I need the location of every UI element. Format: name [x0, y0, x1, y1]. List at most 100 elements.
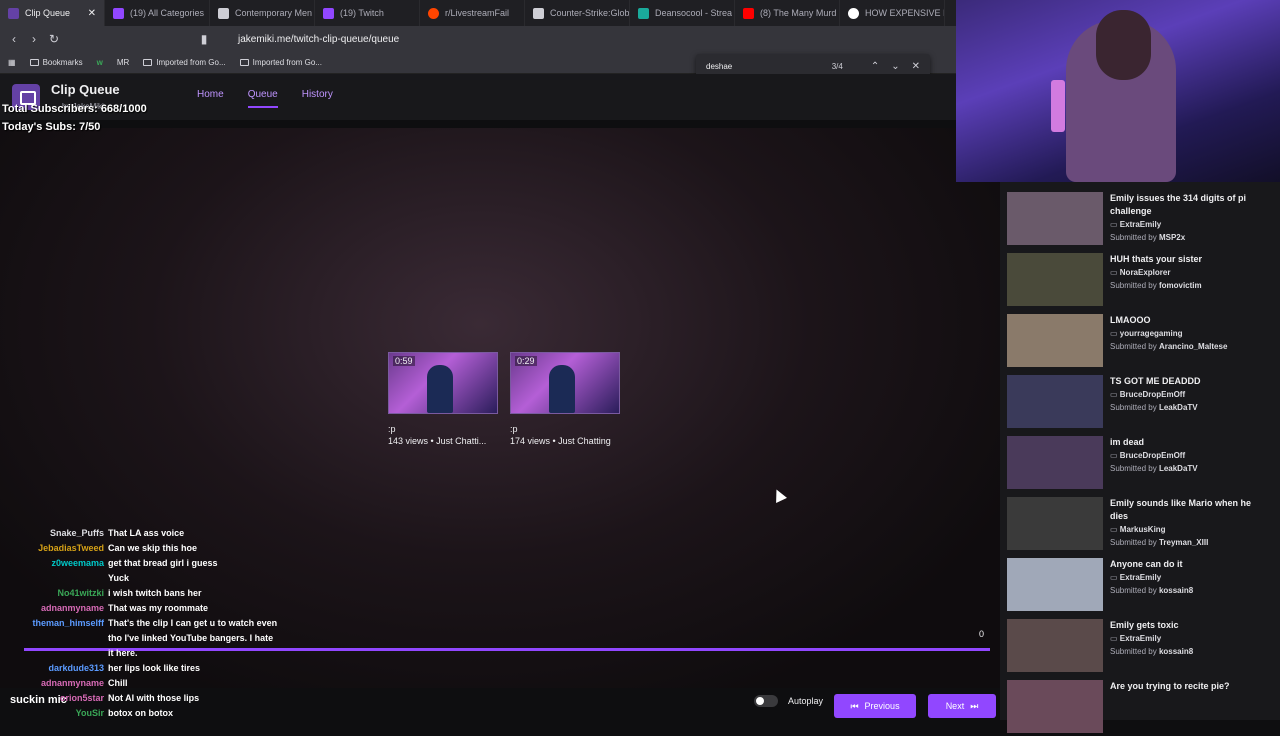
queue-item[interactable]: Emily sounds like Mario when he dies ▭ Ma… [1007, 497, 1275, 553]
queue-item[interactable]: Anyone can do it ▭ ExtraEmily Submitted by… [1007, 558, 1275, 614]
chat-message: Snake_Puffs That LA ass voice [0, 526, 300, 541]
chat-username[interactable]: adnanmyname [0, 601, 104, 616]
queue-thumbnail[interactable] [1007, 619, 1103, 672]
queue-submitter: Submitted by LeakDaTV [1110, 403, 1198, 412]
queue-thumbnail[interactable] [1007, 375, 1103, 428]
apps-icon[interactable]: ▦ [8, 58, 16, 67]
tab-clip-queue[interactable]: Clip Queue ✕ [0, 0, 105, 26]
nav-home[interactable]: Home [197, 89, 224, 108]
chat-username[interactable]: orion5star [0, 691, 104, 706]
tab-label: Deansocool - Strea [655, 8, 733, 18]
clip-card[interactable]: 0:59 :p 143 views • Just Chatti... [388, 352, 502, 446]
chat-text: That's the clip I can get u to watch eve… [108, 618, 278, 658]
find-input[interactable]: deshae [706, 62, 732, 71]
channel-icon: ▭ [1110, 390, 1120, 399]
queue-thumbnail[interactable] [1007, 680, 1103, 733]
chat-text: i wish twitch bans her [108, 588, 202, 598]
chat-username[interactable]: theman_himselff [0, 616, 104, 661]
queue-info: TS GOT ME DEADDD ▭ BruceDropEmOff Submitte… [1110, 375, 1270, 431]
nav-history[interactable]: History [302, 89, 333, 108]
tab-all-categories[interactable]: (19) All Categories [105, 0, 210, 26]
queue-item[interactable]: Are you trying to recite pie? [1007, 680, 1275, 736]
tab-many-murders[interactable]: (8) The Many Murd [735, 0, 840, 26]
bookmark-item[interactable]: w [97, 58, 103, 67]
queue-thumbnail[interactable] [1007, 558, 1103, 611]
clip-meta: 143 views • Just Chatti... [388, 436, 487, 446]
queue-title: Emily sounds like Mario when he dies [1110, 498, 1252, 521]
autoplay-toggle[interactable] [754, 695, 778, 707]
chevron-down-icon[interactable]: ⌄ [891, 61, 899, 72]
chat-username[interactable]: No41witzki [0, 586, 104, 601]
queue-title: HUH thats your sister [1110, 254, 1203, 264]
chat-username[interactable]: Snake_Puffs [0, 526, 104, 541]
queue-thumbnail[interactable] [1007, 436, 1103, 489]
queue-submitter: Submitted by kossain8 [1110, 586, 1194, 595]
bookmark-icon[interactable]: ▮ [194, 32, 214, 46]
tab-how-expensive[interactable]: HOW EXPENSIVE IS [840, 0, 945, 26]
chat-username[interactable]: YouSir [0, 706, 104, 721]
bookmark-item[interactable]: Imported from Go... [239, 58, 322, 67]
close-icon[interactable]: ✕ [88, 8, 96, 19]
queue-item[interactable]: im dead ▭ BruceDropEmOff Submitted by Leak… [1007, 436, 1275, 492]
queue-item[interactable]: Emily issues the 314 digits of pi challe… [1007, 192, 1275, 248]
folder-icon [29, 59, 39, 66]
bookmark-item[interactable]: MR [117, 58, 129, 67]
autoplay-control[interactable]: Autoplay [754, 695, 823, 707]
queue-info: Are you trying to recite pie? [1110, 680, 1270, 736]
tab-contemporary[interactable]: Contemporary Men [210, 0, 315, 26]
bookmark-item[interactable]: Imported from Go... [143, 58, 226, 67]
bookmark-item[interactable]: Bookmarks [29, 58, 83, 67]
chat-text: get that bread girl i guess [108, 558, 218, 568]
twitch-icon [113, 7, 124, 19]
chat-username[interactable]: JebadiasTweed [0, 541, 104, 556]
nav-queue[interactable]: Queue [247, 89, 278, 108]
queue-info: Emily issues the 314 digits of pi challe… [1110, 192, 1270, 248]
queue-info: Emily sounds like Mario when he dies ▭ Ma… [1110, 497, 1270, 553]
queue-info: im dead ▭ BruceDropEmOff Submitted by Leak… [1110, 436, 1270, 492]
close-icon[interactable]: ✕ [912, 61, 920, 72]
tab-deansocool[interactable]: Deansocool - Strea [630, 0, 735, 26]
chevron-up-icon[interactable]: ⌃ [871, 61, 879, 72]
chat-text: That LA ass voice [108, 528, 185, 538]
chat-username[interactable]: adnanmyname [0, 676, 104, 691]
queue-item[interactable]: TS GOT ME DEADDD ▭ BruceDropEmOff Submitte… [1007, 375, 1275, 431]
url-field[interactable]: jakemiki.me/twitch-clip-queue/queue [238, 34, 399, 45]
queue-title: TS GOT ME DEADDD [1110, 376, 1201, 386]
queue-title: Are you trying to recite pie? [1110, 681, 1230, 691]
twitch-icon [323, 7, 334, 19]
queue-thumbnail[interactable] [1007, 192, 1103, 245]
previous-button[interactable]: ⏮ Previous [834, 694, 916, 718]
queue-info: LMAOOO ▭ yourragegaming Submitted by Aranc… [1110, 314, 1270, 370]
queue-thumbnail[interactable] [1007, 314, 1103, 367]
clip-card[interactable]: 0:29 :p 174 views • Just Chatting [510, 352, 624, 446]
tab-livestreamfail[interactable]: r/LivestreamFail [420, 0, 525, 26]
queue-item[interactable]: HUH thats your sister ▭ NoraExplorer Submi… [1007, 253, 1275, 309]
chat-text: Chill [108, 678, 128, 688]
queue-info: Anyone can do it ▭ ExtraEmily Submitted by… [1110, 558, 1270, 614]
chat-message: adnanmyname That was my roommate [0, 601, 300, 616]
chat-text: her lips look like tires [108, 663, 201, 673]
clip-thumbnail[interactable]: 0:29 [510, 352, 620, 414]
queue-item[interactable]: LMAOOO ▭ yourragegaming Submitted by Aranc… [1007, 314, 1275, 370]
queue-item[interactable]: Emily gets toxic ▭ ExtraEmily Submitted by… [1007, 619, 1275, 675]
tab-counter-strike[interactable]: Counter-Strike:Glob [525, 0, 630, 26]
today-subs: Today's Subs: 7/50 [2, 121, 101, 133]
next-button[interactable]: Next ⏭ [928, 694, 996, 718]
queue-channel: ▭ MarkusKing [1110, 525, 1166, 534]
queue-thumbnail[interactable] [1007, 253, 1103, 306]
chat-username[interactable]: z0weemama [0, 556, 104, 571]
clip-thumbnail[interactable]: 0:59 [388, 352, 498, 414]
chat-text: That was my roommate [108, 603, 209, 613]
queue-title: im dead [1110, 437, 1145, 447]
reload-icon[interactable]: ↻ [44, 32, 64, 46]
queue-submitter: Submitted by LeakDaTV [1110, 464, 1198, 473]
tab-twitch[interactable]: (19) Twitch [315, 0, 420, 26]
forward-icon[interactable]: › [24, 32, 44, 46]
chat-username[interactable]: darkdude313 [0, 661, 104, 676]
youtube-icon [743, 7, 754, 19]
tab-label: (19) Twitch [340, 8, 384, 18]
chat-username[interactable] [0, 571, 104, 586]
queue-thumbnail[interactable] [1007, 497, 1103, 550]
back-icon[interactable]: ‹ [4, 32, 24, 46]
player-count: 0 [979, 629, 985, 639]
